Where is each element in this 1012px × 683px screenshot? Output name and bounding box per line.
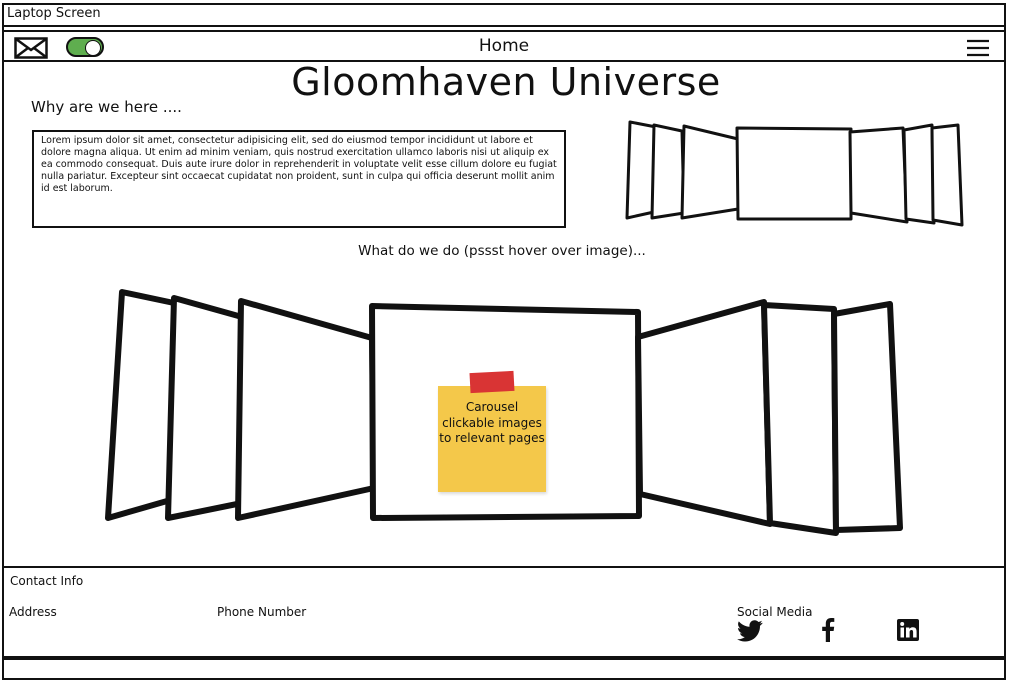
- carousel-slide: [761, 302, 839, 536]
- nav-home-title[interactable]: Home: [2, 36, 1006, 56]
- small-carousel-slide: [902, 123, 936, 225]
- small-image-carousel[interactable]: [620, 115, 970, 230]
- nav-bar: Home: [2, 30, 1006, 62]
- sticky-note: Carousel clickable images to relevant pa…: [438, 370, 546, 492]
- facebook-icon[interactable]: [818, 618, 838, 642]
- sticky-note-tape: [469, 370, 515, 394]
- small-carousel-slide: [735, 126, 853, 221]
- about-text-box: Lorem ipsum dolor sit amet, consectetur …: [32, 130, 566, 228]
- social-media-label: Social Media: [737, 605, 813, 619]
- small-carousel-slide: [680, 124, 740, 220]
- carousel-slide: [235, 298, 377, 521]
- carousel-slide: [165, 295, 245, 521]
- window-title-bar: Laptop Screen: [2, 3, 1006, 27]
- footer: Contact Info Address Phone Number Social…: [2, 566, 1006, 658]
- window-title: Laptop Screen: [7, 6, 101, 21]
- small-carousel-slide: [848, 126, 909, 224]
- contact-info-heading: Contact Info: [10, 574, 84, 588]
- small-carousel-slide: [930, 123, 964, 227]
- hamburger-icon[interactable]: [966, 38, 990, 58]
- carousel-slide: [831, 301, 903, 533]
- address-label: Address: [9, 605, 57, 619]
- small-carousel-slide: [650, 123, 686, 220]
- carousel-slide: [635, 299, 773, 527]
- footer-bottom-bar: [2, 658, 1006, 680]
- services-heading: What do we do (pssst hover over image)..…: [358, 243, 646, 259]
- phone-number-label: Phone Number: [217, 605, 307, 619]
- linkedin-icon[interactable]: [897, 619, 919, 641]
- sticky-note-text: Carousel clickable images to relevant pa…: [439, 400, 545, 445]
- about-heading: Why are we here ....: [31, 98, 182, 116]
- carousel-slide: [105, 289, 177, 521]
- twitter-icon[interactable]: [737, 620, 763, 642]
